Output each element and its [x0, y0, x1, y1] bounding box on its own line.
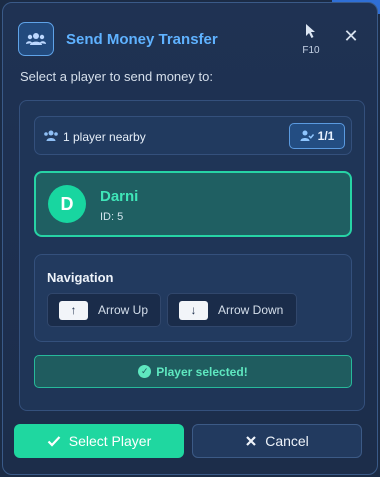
nearby-count-text: 1 player nearby [63, 130, 146, 144]
arrow-down-icon: ↓ [179, 300, 208, 320]
player-count-label: 1/1 [317, 129, 335, 143]
check-icon [47, 436, 61, 447]
group-icon [43, 129, 59, 147]
close-icon[interactable]: ✕ [342, 27, 360, 45]
navigation-title: Navigation [47, 270, 114, 285]
user-check-icon [300, 130, 314, 141]
cursor-hint-key: F10 [302, 45, 320, 56]
transfer-dialog: Send Money Transfer F10 ✕ Select a playe… [2, 2, 378, 475]
player-count-button[interactable]: 1/1 [289, 123, 345, 149]
arrow-up-label: Arrow Up [98, 303, 149, 317]
cursor-toggle-hint[interactable]: F10 [300, 23, 322, 56]
dialog-header: Send Money Transfer F10 ✕ [3, 3, 377, 63]
instruction-text: Select a player to send money to: [20, 69, 213, 84]
nearby-bar: 1 player nearby 1/1 [34, 116, 352, 155]
player-card[interactable]: D Darni ID: 5 [34, 171, 352, 237]
check-circle-icon: ✓ [138, 365, 152, 378]
arrow-up-button[interactable]: ↑ Arrow Up [47, 293, 161, 327]
avatar: D [48, 185, 86, 223]
arrow-up-icon: ↑ [59, 300, 88, 320]
navigation-help: Navigation ↑ Arrow Up ↓ Arrow Down [34, 254, 352, 342]
arrow-down-button[interactable]: ↓ Arrow Down [167, 293, 297, 327]
select-player-button[interactable]: Select Player [14, 424, 184, 458]
select-player-label: Select Player [68, 433, 152, 449]
player-id: ID: 5 [100, 211, 124, 223]
close-icon [246, 436, 256, 446]
status-text: Player selected! [156, 364, 248, 379]
users-icon [18, 22, 54, 56]
arrow-down-label: Arrow Down [218, 303, 284, 317]
cursor-icon [306, 24, 315, 38]
cancel-button[interactable]: Cancel [192, 424, 362, 458]
player-name: Darni [100, 188, 139, 205]
dialog-title: Send Money Transfer [66, 31, 218, 48]
player-panel: 1 player nearby 1/1 D Darni ID: 5 Naviga… [19, 100, 365, 411]
status-badge: ✓ Player selected! [34, 355, 352, 388]
cancel-label: Cancel [265, 433, 309, 449]
